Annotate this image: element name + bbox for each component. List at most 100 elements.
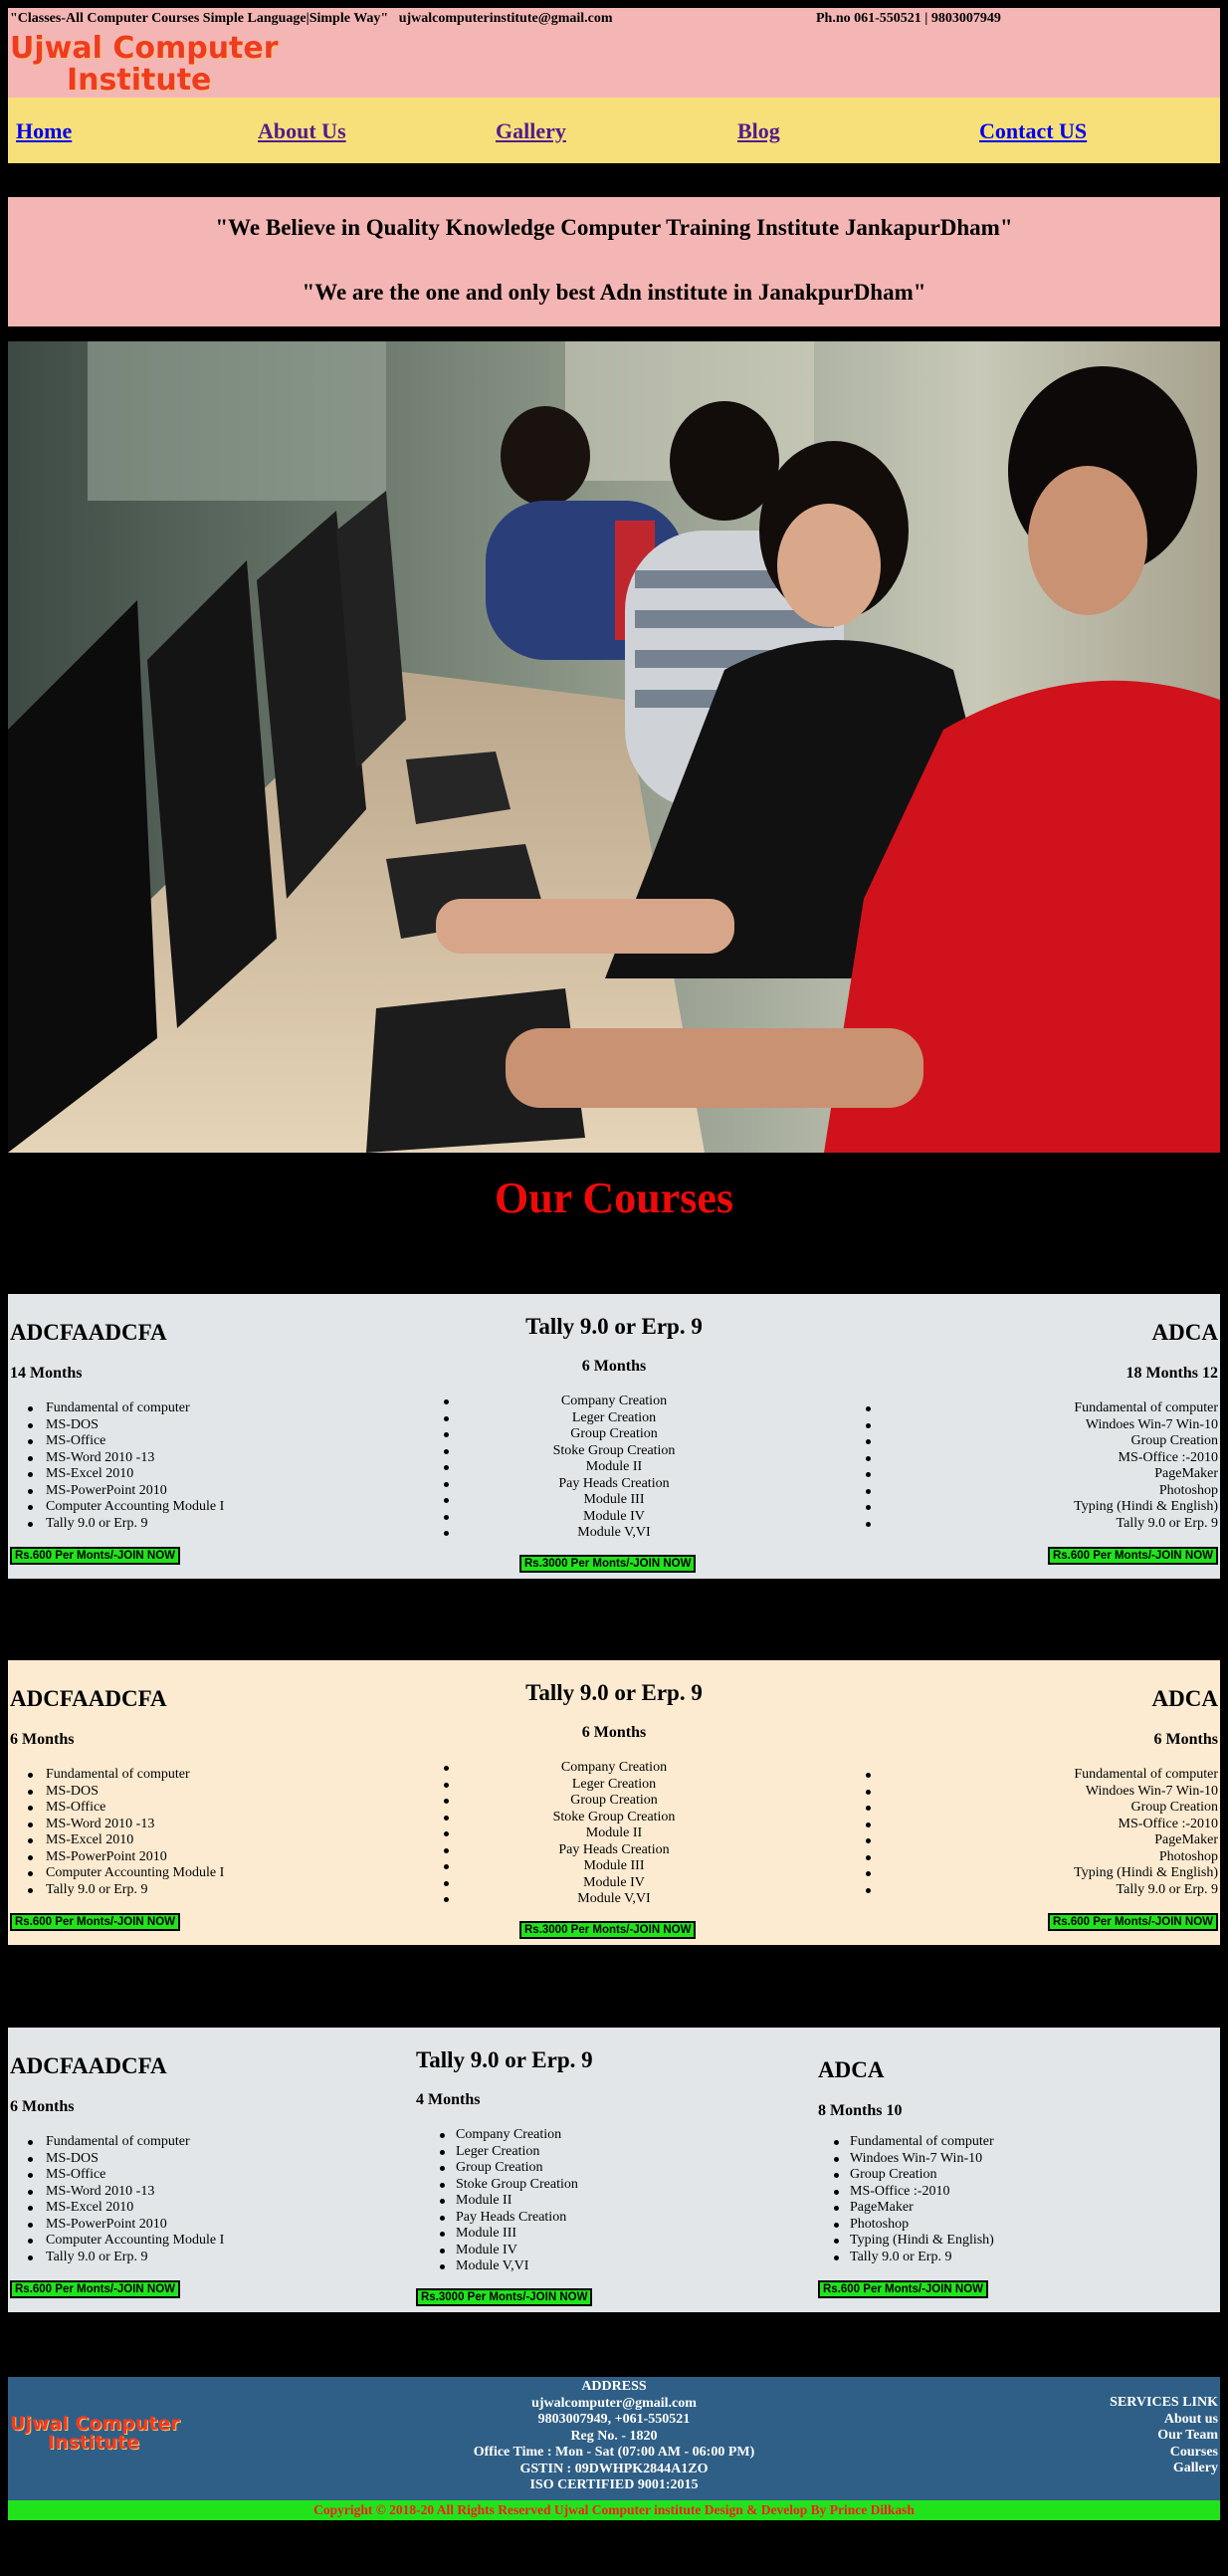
course-topic: PageMaker [834,2200,994,2217]
course-topic: Windoes Win-7 Win-10 [834,2151,994,2168]
course-card: ADCFAADCFA 6 Months Fundamental of compute… [8,2028,412,2312]
course-topic: Module II [412,1825,816,1842]
course-topic-list: Fundamental of computer Windoes Win-7 Win… [834,2134,994,2266]
course-title: ADCA [1151,1686,1218,1711]
course-topic: Tally 9.0 or Erp. 9 [866,1516,1218,1533]
join-now-button[interactable]: Rs.3000 Per Monts/-JOIN NOW [519,1921,697,1939]
course-topic: MS-Office [27,2167,224,2184]
course-topic: Group Creation [834,2167,994,2184]
course-topic: MS-Excel 2010 [27,2200,224,2217]
nav-blog[interactable]: Blog [737,118,780,144]
course-topic-list: Fundamental of computer MS-DOS MS-Office MS… [27,1400,224,1532]
course-topic: Group Creation [866,1433,1218,1450]
course-duration: 6 Months [1153,1731,1218,1748]
course-duration: 4 Months [416,2091,481,2108]
footer: Ujwal Computer Institute ADDRESS ujwalco… [8,2377,1220,2500]
course-topic: MS-Office [27,1800,224,1817]
join-now-button[interactable]: Rs.3000 Per Monts/-JOIN NOW [519,1555,697,1573]
course-topic: Typing (Hindi & English) [866,1499,1218,1514]
course-topic: Leger Creation [440,2144,578,2161]
header-tagline: "Classes-All Computer Courses Simple Lan… [10,11,389,26]
course-topic: Windoes Win-7 Win-10 [866,1784,1218,1801]
course-topic: Tally 9.0 or Erp. 9 [27,2250,224,2266]
course-topic: Computer Accounting Module I [27,2233,225,2248]
join-now-button[interactable]: Rs.600 Per Monts/-JOIN NOW [1047,1913,1218,1931]
course-row: ADCFAADCFA 6 Months Fundamental of compute… [8,2028,1220,2312]
course-topic: Pay Heads Creation [412,1476,816,1493]
services-link-courses[interactable]: Courses [1110,2445,1218,2462]
services-link-about-us[interactable]: About us [1110,2412,1218,2429]
course-topic: Module V,VI [412,1525,816,1542]
course-topic: Stoke Group Creation [412,1443,816,1460]
course-title: ADCFAADCFA [10,1686,167,1711]
services-link-gallery[interactable]: Gallery [1110,2461,1218,2477]
course-duration: 18 Months 12 [1126,1365,1218,1382]
address-iso: ISO CERTIFIED 9001:2015 [529,2477,699,2492]
course-title: Tally 9.0 or Erp. 9 [525,1314,703,1339]
course-topic: Leger Creation [412,1410,816,1427]
course-topic: Group Creation [440,2160,578,2177]
course-topic: Leger Creation [412,1777,816,1794]
course-row: ADCFAADCFA 14 Months Fundamental of comput… [8,1294,1220,1579]
course-topic: Stoke Group Creation [412,1810,816,1826]
address-reg-no: Reg No. - 1820 [570,2428,658,2444]
header-phone: Ph.no 061-550521 | 9803007949 [816,11,1001,26]
nav-home[interactable]: Home [16,118,72,144]
address-title: ADDRESS [581,2379,647,2394]
site-logo[interactable]: Ujwal Computer Institute [10,34,279,96]
course-topic: MS-PowerPoint 2010 [27,2217,224,2234]
course-topic: Fundamental of computer [834,2134,994,2149]
course-card: ADCA 18 Months 12 Fundamental of computer W… [816,1294,1220,1579]
course-topic: Module IV [412,1509,816,1526]
footer-services: SERVICES LINK About us Our Team Courses … [1110,2395,1218,2477]
course-title: Tally 9.0 or Erp. 9 [416,2047,593,2072]
course-topic: Tally 9.0 or Erp. 9 [834,2250,994,2266]
course-topic: Module III [440,2226,578,2243]
course-card: Tally 9.0 or Erp. 9 6 Months Company Creat… [412,1660,816,1945]
join-now-button[interactable]: Rs.600 Per Monts/-JOIN NOW [10,1547,181,1565]
join-now-button[interactable]: Rs.600 Per Monts/-JOIN NOW [10,1913,181,1931]
course-duration: 14 Months [10,1365,83,1382]
course-topic: Fundamental of computer [27,1767,224,1784]
course-card: ADCA 8 Months 10 Fundamental of computer Wi… [816,2028,1220,2312]
course-topic: MS-PowerPoint 2010 [27,1849,224,1866]
courses-heading: Our Courses [495,1174,733,1222]
main-nav: Home About Us Gallery Blog Contact US [8,98,1220,163]
nav-about-us[interactable]: About Us [258,118,346,144]
logo-line2: Institute [67,63,212,98]
course-topic: Module II [412,1459,816,1476]
course-title: Tally 9.0 or Erp. 9 [525,1680,703,1705]
join-now-button[interactable]: Rs.600 Per Monts/-JOIN NOW [10,2280,181,2298]
course-topic: Group Creation [412,1793,816,1810]
quote-banner: "We Believe in Quality Knowledge Compute… [8,197,1220,326]
course-card: ADCFAADCFA 6 Months Fundamental of compute… [8,1660,412,1945]
course-topic: Typing (Hindi & English) [866,1865,1218,1880]
nav-gallery[interactable]: Gallery [496,118,566,144]
join-now-button[interactable]: Rs.600 Per Monts/-JOIN NOW [1047,1547,1218,1565]
quote-line-1: "We Believe in Quality Knowledge Compute… [215,215,1013,240]
course-row: ADCFAADCFA 6 Months Fundamental of compute… [8,1660,1220,1945]
course-topic: Module III [412,1492,816,1509]
course-topic: MS-DOS [27,2151,224,2168]
header-info: "Classes-All Computer Courses Simple Lan… [10,11,613,27]
address-phone: 9803007949, +061-550521 [537,2412,691,2427]
join-now-button[interactable]: Rs.3000 Per Monts/-JOIN NOW [416,2288,593,2306]
course-topic: MS-Office :-2010 [866,1450,1218,1467]
address-gstin: GSTIN : 09DWHPK2844A1ZO [519,2461,709,2476]
course-topic-list: Fundamental of computer MS-DOS MS-Office MS… [27,2134,225,2266]
course-topic: Photoshop [866,1483,1218,1500]
course-topic: Company Creation [440,2127,578,2144]
classroom-photo [8,341,1220,1153]
quote-line-2: "We are the one and only best Adn instit… [302,280,926,305]
course-title: ADCFAADCFA [10,2053,167,2078]
top-header: "Classes-All Computer Courses Simple Lan… [8,8,1220,98]
course-topic: MS-PowerPoint 2010 [27,1483,224,1500]
course-topic: Group Creation [866,1800,1218,1817]
course-title: ADCA [818,2057,885,2082]
nav-contact-us[interactable]: Contact US [979,118,1087,144]
join-now-button[interactable]: Rs.600 Per Monts/-JOIN NOW [818,2280,989,2298]
course-topic: MS-Office :-2010 [866,1817,1218,1833]
services-link-our-team[interactable]: Our Team [1110,2428,1218,2445]
course-topic: Module V,VI [412,1891,816,1908]
course-duration: 8 Months 10 [818,2102,903,2119]
